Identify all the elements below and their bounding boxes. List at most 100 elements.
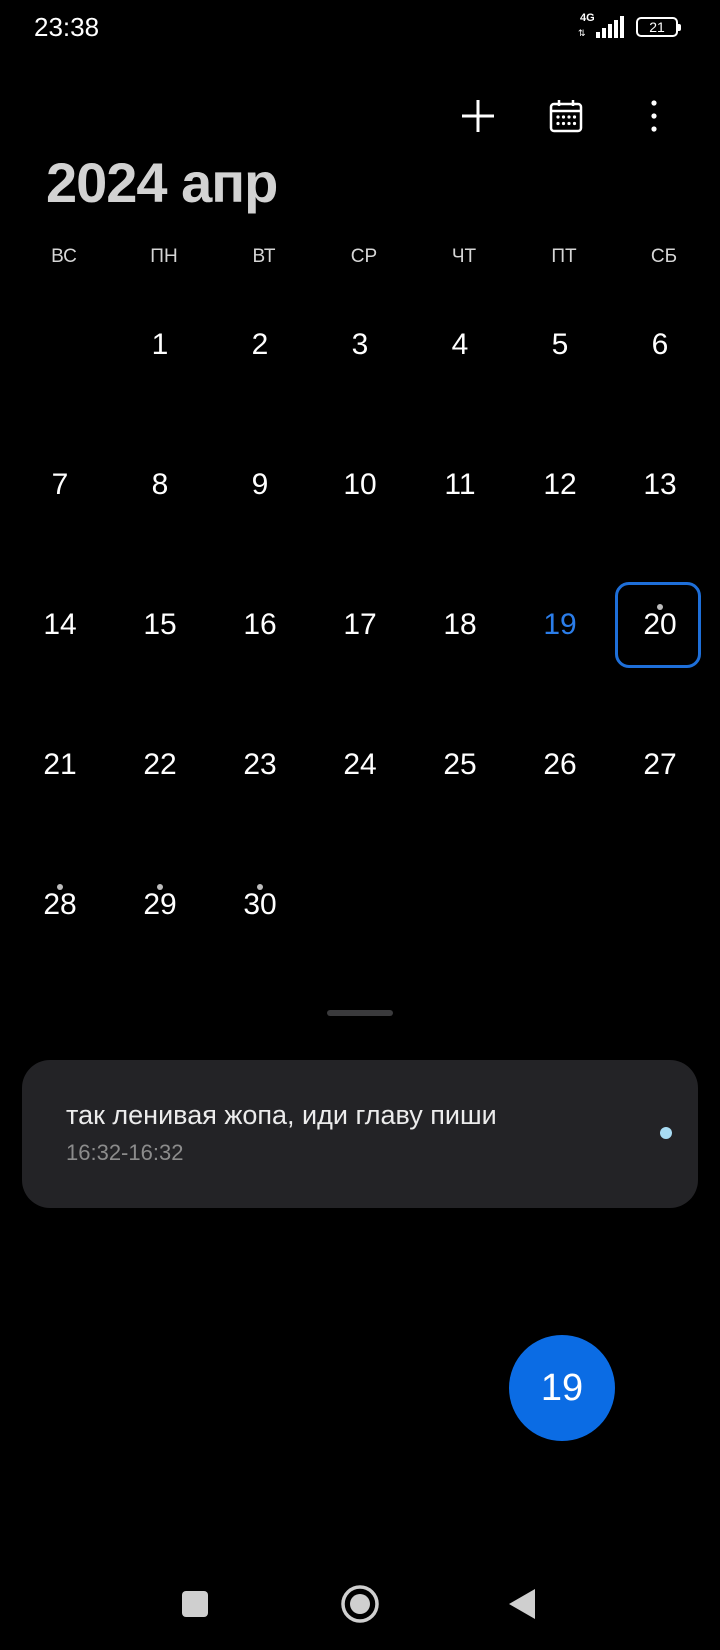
day-number: 11 <box>444 468 476 501</box>
day-cell[interactable]: 17 <box>310 555 410 695</box>
day-number: 18 <box>443 608 477 641</box>
day-cell[interactable]: 2 <box>210 275 310 415</box>
day-number: 22 <box>143 748 177 781</box>
day-cell[interactable]: 11 <box>410 415 510 555</box>
day-cell[interactable]: 3 <box>310 275 410 415</box>
day-number: 24 <box>343 748 377 781</box>
signal-bars-icon <box>596 16 624 38</box>
day-number: 2 <box>251 328 269 361</box>
day-cell[interactable]: 25 <box>410 695 510 835</box>
weekday-header: ВС ПН ВТ СР ЧТ ПТ СБ <box>14 246 714 268</box>
day-number: 23 <box>243 748 277 781</box>
day-cell[interactable]: 26 <box>510 695 610 835</box>
day-number: 27 <box>643 748 677 781</box>
event-title: так ленивая жопа, иди главу пиши <box>66 1100 497 1130</box>
day-number: 29 <box>143 888 177 921</box>
data-arrows-icon: ⇅ <box>578 28 586 38</box>
empty-day-cell <box>410 835 510 975</box>
weekday-label: ПТ <box>551 246 577 267</box>
empty-day-cell <box>610 835 710 975</box>
day-number: 9 <box>251 468 269 501</box>
day-cell[interactable]: 21 <box>10 695 110 835</box>
home-icon <box>341 1585 379 1623</box>
weekday-label: ВТ <box>252 246 276 267</box>
home-button[interactable] <box>336 1580 384 1628</box>
go-to-today-button[interactable]: 19 <box>509 1335 615 1441</box>
day-cell[interactable]: 28 <box>10 835 110 975</box>
day-cell[interactable]: 6 <box>610 275 710 415</box>
more-vertical-icon <box>651 100 657 132</box>
day-cell[interactable]: 20 <box>610 555 710 695</box>
day-cell[interactable]: 16 <box>210 555 310 695</box>
weekday-label: ЧТ <box>451 246 477 267</box>
day-cell[interactable]: 14 <box>10 555 110 695</box>
day-cell[interactable]: 13 <box>610 415 710 555</box>
day-cell[interactable]: 24 <box>310 695 410 835</box>
event-color-dot <box>660 1127 672 1139</box>
day-cell[interactable]: 9 <box>210 415 310 555</box>
day-number: 20 <box>643 608 677 641</box>
recents-icon <box>182 1591 208 1617</box>
event-indicator-dot <box>57 884 63 890</box>
day-number: 26 <box>543 748 577 781</box>
day-cell[interactable]: 5 <box>510 275 610 415</box>
event-indicator-dot <box>257 884 263 890</box>
day-number: 10 <box>343 468 377 501</box>
day-number: 13 <box>643 468 677 501</box>
day-cell[interactable]: 27 <box>610 695 710 835</box>
calendar-view-button[interactable] <box>538 88 594 144</box>
day-number: 21 <box>43 748 77 781</box>
weekday-label: ПН <box>150 246 178 267</box>
day-cell[interactable]: 15 <box>110 555 210 695</box>
day-cell[interactable]: 19 <box>510 555 610 695</box>
day-cell[interactable]: 10 <box>310 415 410 555</box>
plus-icon <box>462 100 494 132</box>
event-time: 16:32-16:32 <box>66 1140 184 1165</box>
calendar-grid-icon <box>549 100 583 133</box>
day-cell[interactable]: 12 <box>510 415 610 555</box>
today-date-label: 19 <box>540 1366 584 1409</box>
day-number: 8 <box>151 468 169 501</box>
day-cell[interactable]: 7 <box>10 415 110 555</box>
recents-button[interactable] <box>171 1580 219 1628</box>
battery-level: 21 <box>649 19 665 35</box>
empty-day-cell <box>510 835 610 975</box>
day-number: 3 <box>351 328 369 361</box>
day-cell[interactable]: 22 <box>110 695 210 835</box>
day-number: 4 <box>451 328 469 361</box>
back-icon <box>509 1589 535 1619</box>
day-cell[interactable]: 4 <box>410 275 510 415</box>
day-number: 14 <box>43 608 77 641</box>
day-number: 15 <box>143 608 177 641</box>
month-title[interactable]: 2024 апр <box>46 150 278 215</box>
day-cell[interactable]: 30 <box>210 835 310 975</box>
weekday-label: СБ <box>650 246 678 267</box>
day-number: 19 <box>543 608 577 641</box>
day-cell[interactable]: 1 <box>110 275 210 415</box>
event-indicator-dot <box>657 604 663 610</box>
status-bar: 23:38 4G ⇅ 21 <box>0 0 720 56</box>
cellular-signal-icon: 4G ⇅ <box>578 12 626 40</box>
month-grid: 1 2 3 4 5 6 7 8 9 10 11 12 13 14 15 16 17 18 19 20 21 22 23 24 2… <box>10 275 710 975</box>
day-number: 1 <box>151 328 169 361</box>
weekday-label: СР <box>350 246 378 267</box>
day-cell[interactable]: 29 <box>110 835 210 975</box>
battery-icon: 21 <box>636 17 681 37</box>
empty-day-cell <box>310 835 410 975</box>
empty-day-cell <box>10 275 110 415</box>
sheet-drag-handle[interactable] <box>327 1010 393 1016</box>
weekday-label: ВС <box>51 246 77 267</box>
more-options-button[interactable] <box>626 88 682 144</box>
day-number: 28 <box>43 888 77 921</box>
day-number: 6 <box>651 328 669 361</box>
status-time: 23:38 <box>34 12 100 42</box>
event-indicator-dot <box>157 884 163 890</box>
day-cell[interactable]: 8 <box>110 415 210 555</box>
day-cell[interactable]: 18 <box>410 555 510 695</box>
back-button[interactable] <box>498 1580 546 1628</box>
day-number: 7 <box>51 468 69 501</box>
add-event-button[interactable] <box>450 88 506 144</box>
event-card[interactable]: так ленивая жопа, иди главу пиши 16:32-1… <box>22 1060 698 1208</box>
day-number: 12 <box>543 468 577 501</box>
day-cell[interactable]: 23 <box>210 695 310 835</box>
